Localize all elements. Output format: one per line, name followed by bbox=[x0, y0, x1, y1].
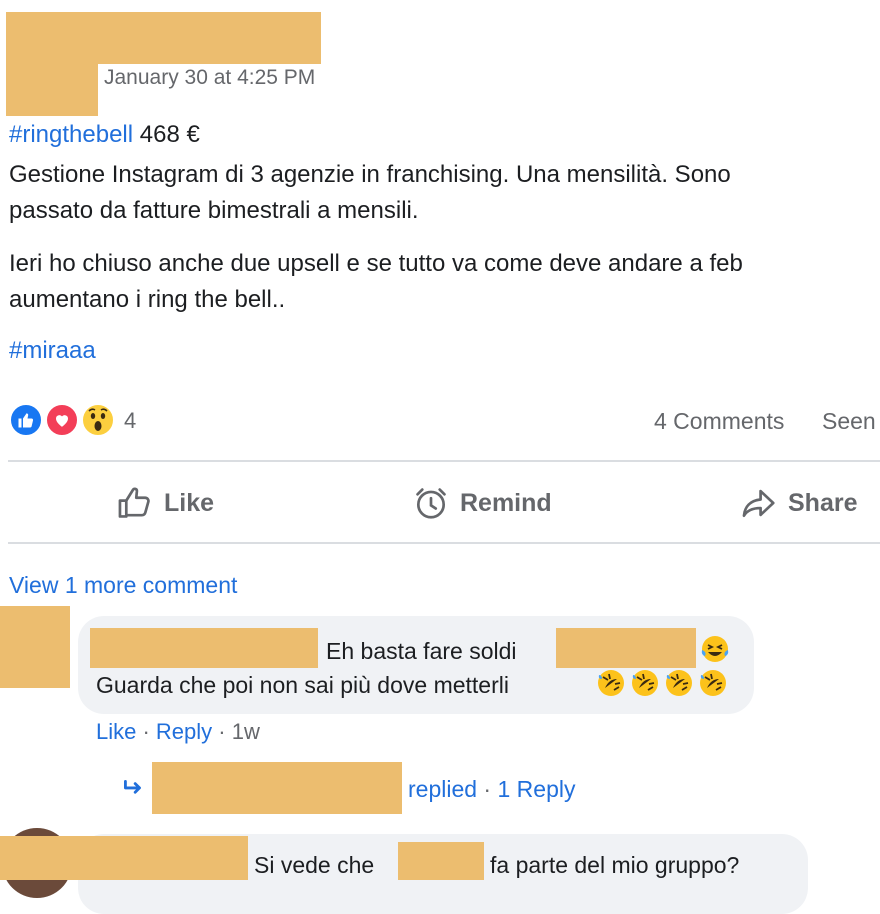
rolling-laughing-emoji-icon bbox=[630, 668, 660, 703]
amount-text: 468 € bbox=[133, 121, 200, 148]
redacted-mention[interactable] bbox=[556, 628, 696, 668]
remind-label: Remind bbox=[460, 488, 552, 517]
hashtag-miraaa[interactable]: #miraaa bbox=[9, 333, 96, 369]
comment-text: fa parte del mio gruppo? bbox=[490, 852, 740, 878]
comment-reply-link[interactable]: Reply bbox=[156, 719, 212, 744]
comments-count[interactable]: 4 Comments bbox=[654, 406, 784, 436]
view-more-comments-link[interactable]: View 1 more comment bbox=[9, 570, 237, 600]
comment-text: Si vede che bbox=[254, 852, 375, 878]
redacted-commenter-name[interactable] bbox=[90, 628, 318, 668]
thumbs-up-icon bbox=[116, 484, 154, 522]
share-button[interactable]: Share bbox=[740, 480, 857, 526]
post-text-line: aumentano i ring the bell.. bbox=[9, 286, 286, 313]
post-first-line: #ringthebell 468 € bbox=[9, 117, 200, 153]
like-button[interactable]: Like bbox=[116, 480, 214, 526]
like-label: Like bbox=[164, 488, 215, 517]
rolling-laughing-emoji-icon bbox=[596, 668, 626, 703]
alarm-clock-icon bbox=[412, 484, 450, 522]
comment-like-link[interactable]: Like bbox=[96, 719, 136, 744]
replied-text: replied bbox=[408, 776, 478, 802]
redacted-commenter-avatar[interactable] bbox=[0, 606, 70, 688]
like-icon[interactable] bbox=[8, 402, 44, 438]
wow-icon[interactable] bbox=[80, 402, 116, 438]
reply-arrow-icon bbox=[120, 776, 146, 807]
post-text-line: passato da fatture bimestrali a mensili. bbox=[9, 197, 419, 224]
redacted-mention[interactable] bbox=[398, 842, 484, 880]
comment-text: Eh basta fare soldi bbox=[326, 638, 517, 664]
comment-text: Guarda che poi non sai più dove metterli bbox=[96, 672, 509, 698]
redacted-avatar bbox=[6, 12, 98, 116]
laughing-tears-emoji-icon bbox=[700, 634, 730, 669]
comment-age[interactable]: 1w bbox=[232, 719, 260, 744]
redacted-commenter-name[interactable] bbox=[0, 836, 248, 880]
post-text-line: Gestione Instagram di 3 agenzie in franc… bbox=[9, 161, 731, 188]
separator: · bbox=[477, 776, 498, 802]
hashtag-ringthebell[interactable]: #ringthebell bbox=[9, 121, 133, 148]
reaction-count[interactable]: 4 bbox=[124, 406, 136, 436]
share-arrow-icon bbox=[740, 484, 778, 522]
post-timestamp[interactable]: January 30 at 4:25 PM bbox=[104, 64, 315, 92]
divider bbox=[8, 460, 880, 462]
replies-link[interactable]: replied · 1 Reply bbox=[408, 774, 575, 804]
reply-count: 1 Reply bbox=[497, 776, 576, 802]
post-text-line: Ieri ho chiuso anche due upsell e se tut… bbox=[9, 250, 743, 277]
seen-count[interactable]: Seen bbox=[822, 406, 876, 436]
separator: · bbox=[212, 719, 232, 744]
remind-button[interactable]: Remind bbox=[412, 480, 552, 526]
redacted-author-name[interactable] bbox=[98, 12, 321, 64]
redacted-replier-name[interactable] bbox=[152, 762, 402, 814]
share-label: Share bbox=[788, 488, 858, 517]
comment-meta: Like · Reply · 1w bbox=[96, 718, 260, 746]
love-icon[interactable] bbox=[44, 402, 80, 438]
rolling-laughing-emoji-icon bbox=[698, 668, 728, 703]
rolling-laughing-emoji-icon bbox=[664, 668, 694, 703]
separator: · bbox=[136, 719, 156, 744]
divider bbox=[8, 542, 880, 544]
